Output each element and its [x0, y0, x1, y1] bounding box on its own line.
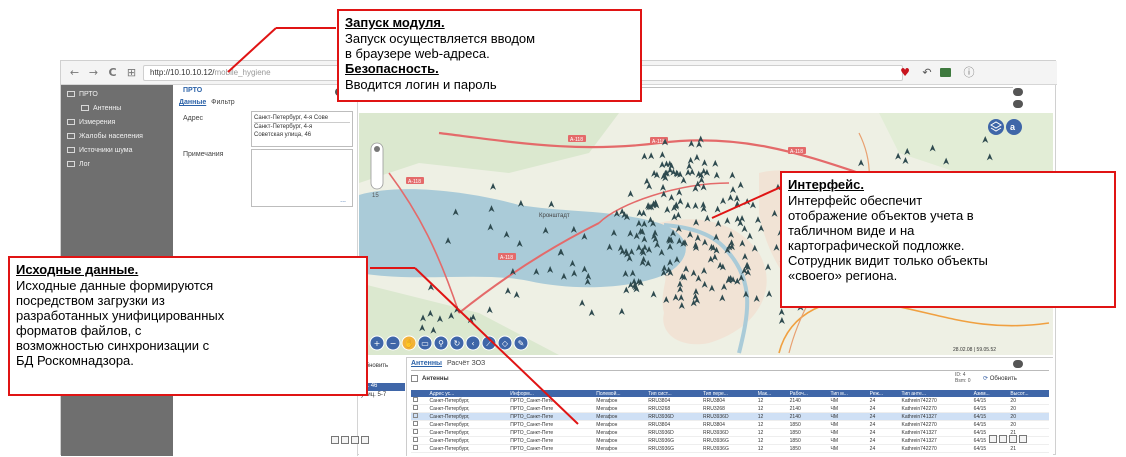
annotation-heading: Исходные данные. [16, 262, 139, 277]
annotation-text: Интерфейс обеспечит [788, 193, 923, 208]
annotation-heading: Запуск модуля. [345, 15, 445, 30]
annotation-text: Исходные данные формируются [16, 278, 214, 293]
annotation-source-data: Исходные данные. Исходные данные формиру… [8, 256, 368, 396]
callout-line [414, 267, 579, 425]
annotation-text: БД Роскомнадзора. [16, 353, 134, 368]
annotation-text: Сотрудник видит только объекты [788, 253, 988, 268]
annotation-text: картографической подложке. [788, 238, 965, 253]
annotation-launch: Запуск модуля. Запуск осуществляется вво… [337, 9, 642, 102]
annotation-interface: Интерфейс. Интерфейс обеспечит отображен… [780, 171, 1116, 308]
annotation-text: посредством загрузки из [16, 293, 165, 308]
annotation-heading: Интерфейс. [788, 177, 865, 192]
annotation-text: форматов файлов, с [16, 323, 142, 338]
screenshot-stage: { "browser": { "url_host": "http://10.10… [0, 0, 1126, 457]
annotation-text: отображение объектов учета в [788, 208, 974, 223]
annotation-text: табличном виде и на [788, 223, 915, 238]
annotation-text: Вводится логин и пароль [345, 77, 497, 92]
annotation-text: Запуск осуществляется вводом [345, 31, 536, 46]
annotation-text: разработанных унифицированных [16, 308, 225, 323]
annotation-heading: Безопасность. [345, 61, 439, 76]
annotation-text: «своего» региона. [788, 268, 898, 283]
annotation-text: возможностью синхронизации с [16, 338, 210, 353]
annotation-text: в браузере web-адреса. [345, 46, 490, 61]
callout-line [227, 27, 277, 73]
